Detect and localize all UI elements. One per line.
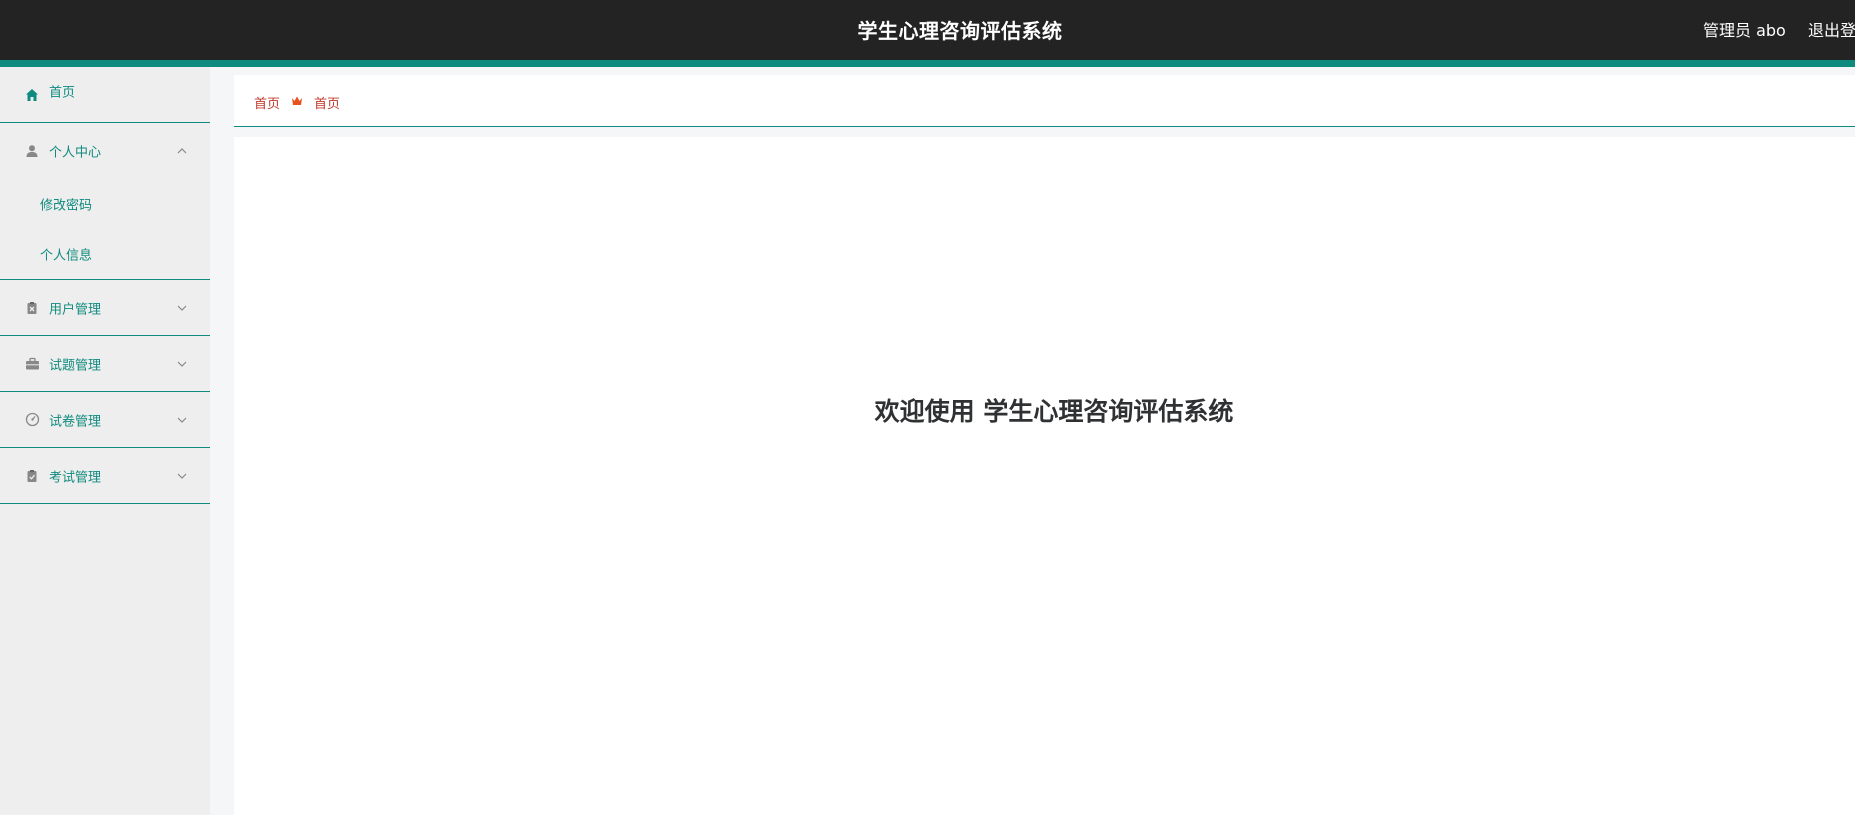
breadcrumb-root-link[interactable]: 首页 — [254, 93, 280, 112]
sidebar-item-question-management[interactable]: 试题管理 — [0, 336, 210, 392]
sidebar-item-label: 用户管理 — [49, 302, 102, 317]
chevron-down-icon — [177, 305, 187, 311]
personal-center-submenu: 修改密码 个人信息 — [0, 179, 210, 280]
chevron-down-icon — [177, 361, 187, 367]
sidebar-item-exam-management[interactable]: 考试管理 — [0, 448, 210, 504]
chevron-down-icon — [177, 417, 187, 423]
clipboard-x-icon — [24, 300, 40, 316]
sidebar-item-user-management[interactable]: 用户管理 — [0, 280, 210, 336]
sidebar-item-paper-management[interactable]: 试卷管理 — [0, 392, 210, 448]
sidebar-subitem-label: 个人信息 — [40, 248, 93, 264]
crown-separator-icon — [292, 96, 302, 105]
clipboard-check-icon — [24, 468, 40, 484]
sidebar-subitem-personal-info[interactable]: 个人信息 — [0, 229, 210, 279]
chevron-down-icon — [177, 473, 187, 479]
sidebar-subitem-label: 修改密码 — [40, 198, 93, 214]
sidebar-item-label: 试题管理 — [49, 358, 102, 373]
breadcrumb-current: 首页 — [314, 97, 341, 112]
breadcrumb: 首页 首页 — [234, 75, 1855, 127]
top-bar: 学生心理咨询评估系统 管理员 abo 退出登 — [0, 0, 1855, 67]
sidebar-item-label: 首页 — [49, 85, 76, 101]
sidebar-item-personal-center[interactable]: 个人中心 — [0, 123, 210, 179]
briefcase-icon — [24, 356, 40, 372]
gauge-icon — [24, 412, 40, 428]
chevron-up-icon — [177, 148, 187, 154]
user-label: 管理员 abo — [1703, 21, 1786, 40]
sidebar-item-label: 个人中心 — [49, 145, 102, 161]
sidebar-item-label: 试卷管理 — [49, 414, 102, 429]
welcome-heading: 欢迎使用 学生心理咨询评估系统 — [874, 397, 1234, 426]
user-icon — [24, 143, 40, 159]
logout-button[interactable]: 退出登 — [1808, 17, 1855, 41]
sidebar-subitem-change-password[interactable]: 修改密码 — [0, 179, 210, 229]
sidebar-item-home[interactable]: 首页 — [0, 67, 210, 123]
sidebar: 首页 个人中心 修改密码 个人信息 用户管理 试题管理 试卷管理 考试管理 — [0, 67, 210, 815]
main-content: 欢迎使用 学生心理咨询评估系统 — [234, 137, 1855, 815]
sidebar-item-label: 考试管理 — [49, 470, 102, 485]
app-title: 学生心理咨询评估系统 — [857, 19, 1063, 43]
home-icon — [24, 87, 40, 103]
